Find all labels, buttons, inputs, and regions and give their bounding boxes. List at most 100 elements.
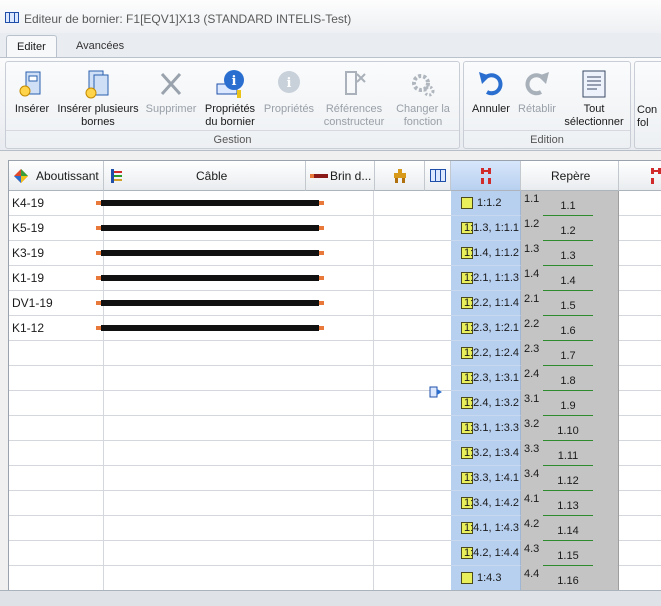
table-row[interactable]: K1-12 1:2.3, 1:2.1 2.2 1.6 [9,316,661,341]
terminal-cell[interactable]: 1:4.2, 1:4.4 [451,541,521,566]
terminal-cell[interactable]: 1:3.1, 1:3.3 [451,416,521,441]
repere-cell[interactable]: 1.2 1.2 [521,216,619,241]
cable-cell[interactable] [96,291,374,316]
col-header-aboutissant[interactable]: Aboutissant [9,161,104,191]
col-header-cable[interactable]: Câble [104,161,306,191]
cable-cell[interactable] [96,241,374,266]
aboutissant-cell[interactable]: K1-12 [9,316,104,341]
col-header-bridge[interactable] [375,161,425,191]
aboutissant-cell[interactable]: K1-19 [9,266,104,291]
aboutissant-cell[interactable] [9,491,104,516]
table-row[interactable]: K3-19 1:1.4, 1:1.2 1.3 1.3 [9,241,661,266]
aboutissant-cell[interactable] [9,466,104,491]
insert-multiple-button[interactable]: Insérer plusieurs bornes [54,68,142,129]
terminal-cell[interactable]: 1:2.2, 1:2.4 [451,341,521,366]
aboutissant-cell[interactable]: K4-19 [9,191,104,216]
repere-cell[interactable]: 3.3 1.11 [521,441,619,466]
table-row[interactable]: 1:4.1, 1:4.3 4.2 1.14 [9,516,661,541]
repere-cell[interactable]: 4.3 1.15 [521,541,619,566]
aboutissant-cell[interactable] [9,541,104,566]
cable-cell[interactable] [104,416,374,441]
col-header-repere[interactable]: Repère [521,161,619,191]
table-row[interactable]: 1:4.3 4.4 1.16 [9,566,661,591]
properties-button[interactable]: i Propriétés [260,68,318,116]
table-row[interactable]: 1:3.2, 1:3.4 3.3 1.11 [9,441,661,466]
col-header-bornes[interactable] [451,161,521,191]
tab-avancees[interactable]: Avancées [66,35,134,57]
cable-cell[interactable] [104,516,374,541]
aboutissant-cell[interactable] [9,416,104,441]
cable-cell[interactable] [104,441,374,466]
tab-editer[interactable]: Editer [6,35,57,58]
table-row[interactable]: 1:2.2, 1:2.4 2.3 1.7 [9,341,661,366]
table-row[interactable]: K1-19 1:2.1, 1:1.3 1.4 1.4 [9,266,661,291]
cable-cell[interactable] [96,191,374,216]
insert-button[interactable]: Insérer [10,68,54,116]
cable-cell[interactable] [104,466,374,491]
terminal-cell[interactable]: 1:1.2 [451,191,521,216]
repere-cell[interactable]: 3.2 1.10 [521,416,619,441]
config-button[interactable]: Con fol [637,104,661,130]
repere-cell[interactable]: 4.1 1.13 [521,491,619,516]
repere-cell[interactable]: 3.1 1.9 [521,391,619,416]
aboutissant-cell[interactable] [9,516,104,541]
terminal-cell[interactable]: 1:2.4, 1:3.2 [451,391,521,416]
table-row[interactable]: 1:3.3, 1:4.1 3.4 1.12 [9,466,661,491]
terminal-cell[interactable]: 1:1.3, 1:1.1 [451,216,521,241]
repere-cell[interactable]: 1.3 1.3 [521,241,619,266]
aboutissant-cell[interactable]: K5-19 [9,216,104,241]
table-row[interactable]: 1:3.1, 1:3.3 3.2 1.10 [9,416,661,441]
repere-cell[interactable]: 1.4 1.4 [521,266,619,291]
aboutissant-cell[interactable] [9,566,104,591]
change-function-button[interactable]: Changer la fonction [390,68,456,129]
aboutissant-cell[interactable] [9,366,104,391]
cable-cell[interactable] [104,341,374,366]
terminal-cell[interactable]: 1:2.3, 1:3.1 [451,366,521,391]
table-row[interactable]: K5-19 1:1.3, 1:1.1 1.2 1.2 [9,216,661,241]
strip-properties-button[interactable]: i Propriétés du bornier [200,68,260,129]
repere-cell[interactable]: 2.2 1.6 [521,316,619,341]
table-row[interactable]: DV1-19 1:2.2, 1:1.4 2.1 1.5 [9,291,661,316]
cable-cell[interactable] [104,391,374,416]
aboutissant-cell[interactable]: DV1-19 [9,291,104,316]
cable-cell[interactable] [96,316,374,341]
cable-cell[interactable] [104,541,374,566]
delete-button[interactable]: Supprimer [142,68,200,116]
cable-cell[interactable] [96,266,374,291]
table-row[interactable]: 1:2.3, 1:3.1 2.4 1.8 [9,366,661,391]
cable-cell[interactable] [104,366,374,391]
repere-cell[interactable]: 3.4 1.12 [521,466,619,491]
col-header-extra[interactable] [619,161,661,191]
table-row[interactable]: 1:3.4, 1:4.2 4.1 1.13 [9,491,661,516]
repere-cell[interactable]: 2.3 1.7 [521,341,619,366]
cable-cell[interactable] [104,566,374,591]
terminal-cell[interactable]: 1:2.2, 1:1.4 [451,291,521,316]
table-row[interactable]: 1:2.4, 1:3.2 3.1 1.9 [9,391,661,416]
aboutissant-cell[interactable] [9,441,104,466]
terminal-cell[interactable]: 1:4.3 [451,566,521,591]
repere-cell[interactable]: 2.4 1.8 [521,366,619,391]
aboutissant-cell[interactable]: K3-19 [9,241,104,266]
terminal-cell[interactable]: 1:4.1, 1:4.3 [451,516,521,541]
cable-cell[interactable] [104,491,374,516]
repere-cell[interactable]: 2.1 1.5 [521,291,619,316]
terminal-cell[interactable]: 1:3.3, 1:4.1 [451,466,521,491]
terminal-cell[interactable]: 1:3.2, 1:3.4 [451,441,521,466]
repere-cell[interactable]: 1.1 1.1 [521,191,619,216]
col-header-strip[interactable] [425,161,451,191]
repere-cell[interactable]: 4.4 1.16 [521,566,619,591]
repere-cell[interactable]: 4.2 1.14 [521,516,619,541]
table-row[interactable]: K4-19 1:1.2 1.1 1.1 [9,191,661,216]
manufacturer-ref-button[interactable]: Références constructeur [318,68,390,129]
redo-button[interactable]: Rétablir [514,68,560,116]
cable-cell[interactable] [96,216,374,241]
terminal-cell[interactable]: 1:2.1, 1:1.3 [451,266,521,291]
aboutissant-cell[interactable] [9,341,104,366]
aboutissant-cell[interactable] [9,391,104,416]
col-header-brin[interactable]: Brin d... [306,161,375,191]
terminal-cell[interactable]: 1:2.3, 1:2.1 [451,316,521,341]
terminal-cell[interactable]: 1:1.4, 1:1.2 [451,241,521,266]
table-row[interactable]: 1:4.2, 1:4.4 4.3 1.15 [9,541,661,566]
terminal-cell[interactable]: 1:3.4, 1:4.2 [451,491,521,516]
select-all-button[interactable]: Tout sélectionner [560,68,628,129]
